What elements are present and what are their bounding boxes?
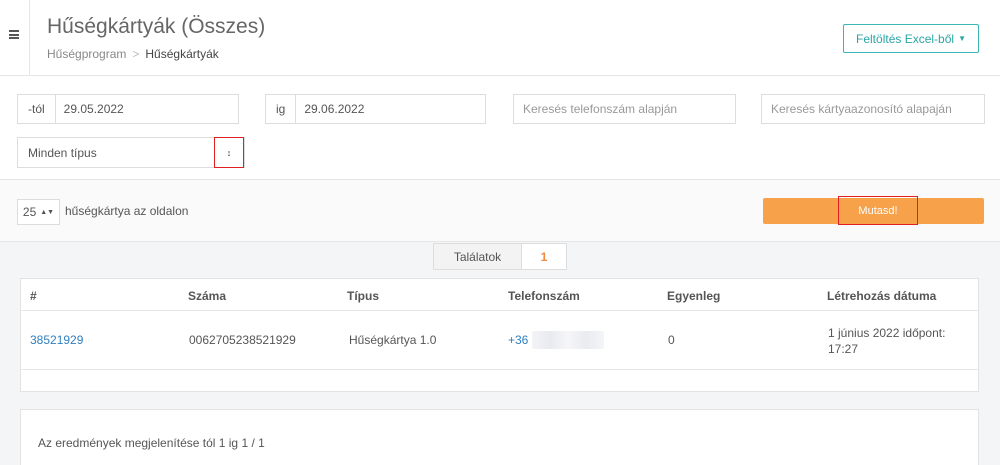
card-id-search-field[interactable] <box>761 94 985 124</box>
card-id-link[interactable]: 38521929 <box>30 333 83 347</box>
breadcrumb-separator: > <box>132 47 140 61</box>
card-number-cell: 0062705238521929 <box>189 333 296 347</box>
sort-arrows-icon[interactable]: ↕ <box>214 137 244 168</box>
type-select-value: Minden típus <box>28 145 97 160</box>
results-count: 1 <box>540 249 548 264</box>
phone-cell[interactable]: +36 <box>508 333 528 347</box>
per-page-label: hűségkártya az oldalon <box>65 204 189 218</box>
column-header-id[interactable]: # <box>30 289 37 303</box>
page-title: Hűségkártyák (Összes) <box>47 15 266 38</box>
column-header-number[interactable]: Száma <box>188 289 226 303</box>
phone-search-input[interactable] <box>514 95 735 123</box>
breadcrumb-item-loyalty-cards: Hűségkártyák <box>145 47 219 61</box>
created-date-cell: 1 június 2022 időpont: <box>828 326 946 340</box>
hamburger-icon[interactable] <box>9 30 19 39</box>
balance-cell: 0 <box>668 333 675 347</box>
header-divider <box>21 310 978 311</box>
card-id-search-input[interactable] <box>762 95 984 123</box>
date-from-field[interactable]: -tól 29.05.2022 <box>17 94 239 124</box>
created-time-cell: 17:27 <box>828 342 859 356</box>
date-from-value[interactable]: 29.05.2022 <box>56 102 124 116</box>
date-to-value[interactable]: 29.06.2022 <box>296 102 364 116</box>
card-type-cell: Hűségkártya 1.0 <box>349 333 437 347</box>
column-header-created[interactable]: Létrehozás dátuma <box>827 289 936 303</box>
results-summary: Az eredmények megjelenítése tól 1 ig 1 /… <box>38 436 265 450</box>
upload-excel-label: Feltöltés Excel-ből <box>856 31 955 46</box>
upload-excel-button[interactable]: Feltöltés Excel-ből ▼ <box>843 24 979 53</box>
results-tab[interactable]: Találatok 1 <box>433 243 567 270</box>
redacted-phone <box>532 331 604 349</box>
per-page-value: 25 <box>22 205 37 219</box>
caret-down-icon: ▼ <box>958 34 966 43</box>
type-select[interactable]: Minden típus <box>17 137 245 168</box>
column-header-type[interactable]: Típus <box>347 289 379 303</box>
breadcrumb: Hűségprogram > Hűségkártyák <box>47 47 219 61</box>
select-arrows-icon: ▲▼ <box>40 208 55 216</box>
phone-search-field[interactable] <box>513 94 736 124</box>
show-button-label[interactable]: Mutasd! <box>838 196 918 225</box>
row-divider <box>21 369 978 370</box>
date-to-label: ig <box>266 95 297 123</box>
breadcrumb-item-loyalty-program[interactable]: Hűségprogram <box>47 47 126 61</box>
per-page-select[interactable]: 25 ▲▼ <box>17 199 60 225</box>
column-header-balance[interactable]: Egyenleg <box>667 289 720 303</box>
date-to-field[interactable]: ig 29.06.2022 <box>265 94 486 124</box>
date-from-label: -tól <box>18 95 56 123</box>
column-header-phone[interactable]: Telefonszám <box>508 289 580 303</box>
results-label: Találatok <box>434 244 522 269</box>
